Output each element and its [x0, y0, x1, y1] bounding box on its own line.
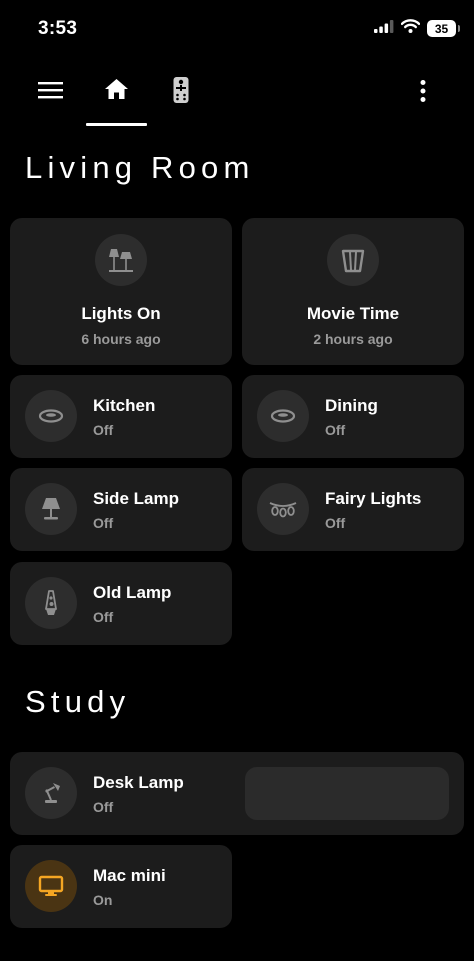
card-state: Off: [325, 422, 346, 438]
table-lamp-icon: [25, 483, 77, 535]
lava-lamp-icon: [25, 577, 77, 629]
section-title-study: Study: [25, 684, 131, 719]
card-state: Off: [93, 609, 114, 625]
battery-icon: 35: [427, 20, 460, 37]
active-tab-indicator: [86, 123, 147, 126]
card-name: Dining: [325, 396, 378, 415]
entity-card-side-lamp[interactable]: Side Lamp Off: [10, 468, 232, 551]
home-icon[interactable]: [104, 78, 129, 100]
entity-card-mac-mini[interactable]: Mac mini On: [10, 845, 232, 928]
entity-card-kitchen[interactable]: Kitchen Off: [10, 375, 232, 458]
monitor-icon: [25, 860, 77, 912]
ceiling-light-icon: [257, 390, 309, 442]
entity-card-old-lamp[interactable]: Old Lamp Off: [10, 562, 232, 645]
card-state: Off: [93, 515, 114, 531]
card-name: Fairy Lights: [325, 489, 422, 508]
string-lights-icon: [257, 483, 309, 535]
card-state: Off: [93, 422, 114, 438]
card-name: Mac mini: [93, 866, 166, 885]
card-name: Movie Time: [306, 304, 400, 323]
menu-icon[interactable]: [38, 80, 63, 100]
card-name: Desk Lamp: [93, 773, 184, 792]
more-vert-icon[interactable]: [418, 79, 428, 103]
battery-level: 35: [434, 21, 449, 36]
card-state: Off: [325, 515, 346, 531]
scene-card-movie-time[interactable]: Movie Time 2 hours ago: [242, 218, 464, 365]
section-title-living-room: Living Room: [25, 150, 255, 185]
card-state: 2 hours ago: [313, 331, 393, 347]
top-toolbar: [0, 58, 474, 128]
card-name: Lights On: [81, 304, 161, 323]
card-state: On: [93, 892, 113, 908]
remote-icon[interactable]: [172, 76, 190, 104]
desk-lamp-icon: [25, 767, 77, 819]
entity-card-fairy-lights[interactable]: Fairy Lights Off: [242, 468, 464, 551]
card-name: Kitchen: [93, 396, 156, 415]
popcorn-icon: [327, 234, 379, 286]
card-state: 6 hours ago: [81, 331, 161, 347]
scene-card-lights-on[interactable]: Lights On 6 hours ago: [10, 218, 232, 365]
signal-icon: [374, 19, 394, 38]
card-name: Old Lamp: [93, 583, 172, 602]
wifi-icon: [400, 19, 421, 38]
status-time: 3:53: [38, 18, 78, 39]
ceiling-light-icon: [25, 390, 77, 442]
status-bar: 3:53 35: [0, 0, 474, 58]
desk-lamp-brightness-control[interactable]: [245, 767, 449, 820]
card-name: Side Lamp: [93, 489, 179, 508]
entity-card-dining[interactable]: Dining Off: [242, 375, 464, 458]
status-indicators: 35: [374, 19, 460, 38]
floor-lamp-icon: [95, 234, 147, 286]
card-state: Off: [93, 799, 114, 815]
